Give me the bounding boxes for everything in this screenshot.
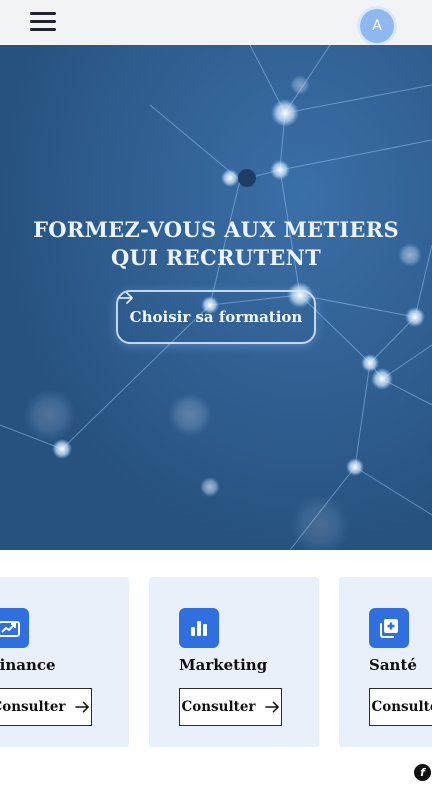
hamburger-icon-line bbox=[30, 28, 56, 31]
brand-logo-icon[interactable]: f bbox=[414, 764, 431, 781]
hero-banner: FORMEZ-VOUS AUX METIERS QUI RECRUTENT Ch… bbox=[0, 45, 432, 550]
choose-training-label: Choisir sa formation bbox=[129, 308, 303, 326]
top-bar: A bbox=[0, 0, 432, 46]
consult-label: Consulter bbox=[0, 699, 66, 715]
category-card-sante[interactable]: Santé Consulter bbox=[339, 577, 432, 747]
choose-training-button[interactable]: Choisir sa formation bbox=[116, 290, 316, 344]
category-name: Finance bbox=[0, 656, 56, 674]
consult-label: Consulter bbox=[181, 699, 256, 715]
category-name: Marketing bbox=[179, 656, 268, 674]
hamburger-icon bbox=[30, 12, 56, 15]
consult-button[interactable]: Consulter bbox=[179, 688, 282, 726]
avatar[interactable]: A bbox=[360, 9, 394, 43]
consult-label: Consulter bbox=[371, 699, 432, 715]
arrow-right-icon bbox=[74, 701, 89, 713]
arrow-right-icon bbox=[118, 292, 133, 304]
arrow-right-icon bbox=[264, 701, 279, 713]
category-name: Santé bbox=[369, 656, 417, 674]
category-card-finance[interactable]: Finance Consulter bbox=[0, 577, 129, 747]
categories-carousel[interactable]: Finance Consulter Marketing Consulter bbox=[0, 550, 432, 760]
bar-chart-icon bbox=[179, 608, 219, 648]
hamburger-icon-line bbox=[30, 20, 56, 23]
hero-title-line-1: FORMEZ-VOUS AUX METIERS bbox=[33, 217, 399, 242]
consult-button[interactable]: Consulter bbox=[0, 688, 92, 726]
finance-chart-icon bbox=[0, 608, 29, 648]
medical-plus-icon bbox=[369, 608, 409, 648]
category-card-marketing[interactable]: Marketing Consulter bbox=[149, 577, 319, 747]
consult-button[interactable]: Consulter bbox=[369, 688, 432, 726]
hero-title-line-2: QUI RECRUTENT bbox=[110, 245, 322, 270]
menu-button[interactable] bbox=[28, 10, 58, 34]
